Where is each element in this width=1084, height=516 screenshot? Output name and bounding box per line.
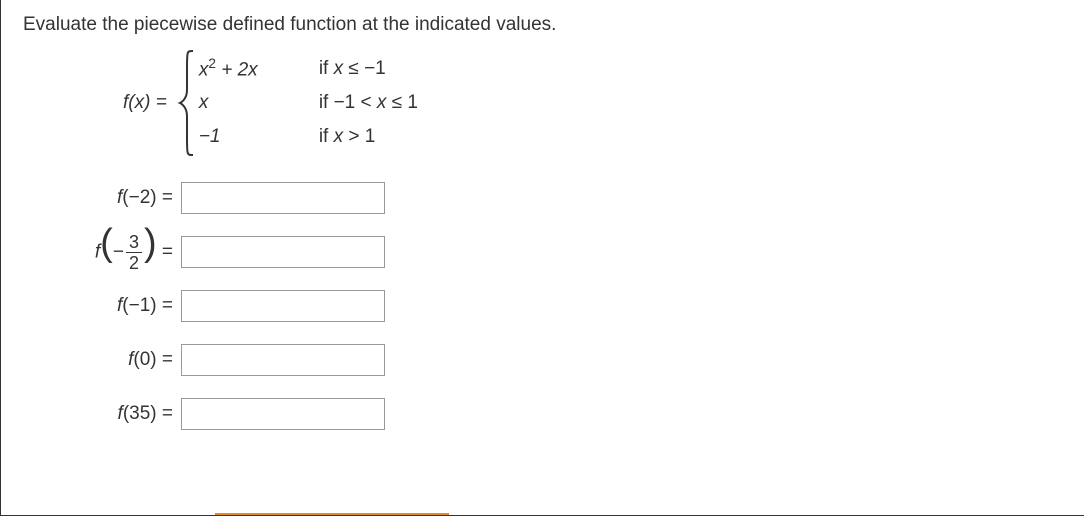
- piece-cond: if x ≤ −1: [319, 58, 386, 80]
- answer-label: f(−32) =: [43, 233, 181, 272]
- piece-row: x2 + 2x if x ≤ −1: [199, 52, 418, 86]
- piece-expr: −1: [199, 126, 319, 148]
- bottom-accent-bar: [215, 513, 449, 515]
- answer-label: f(35) =: [43, 403, 181, 425]
- piece-cond: if x > 1: [319, 126, 376, 148]
- answer-row: f(−32) =: [43, 230, 1062, 274]
- piece-row: x if −1 < x ≤ 1: [199, 86, 418, 120]
- piecewise-brace-group: x2 + 2x if x ≤ −1 x if −1 < x ≤ 1 −1 if …: [177, 48, 418, 158]
- answer-input-f-0[interactable]: [181, 344, 385, 376]
- answer-row: f(35) =: [43, 392, 1062, 436]
- pieces-list: x2 + 2x if x ≤ −1 x if −1 < x ≤ 1 −1 if …: [199, 48, 418, 158]
- answer-input-f-neg2[interactable]: [181, 182, 385, 214]
- left-brace-icon: [177, 48, 199, 158]
- answer-row: f(−1) =: [43, 284, 1062, 328]
- piece-row: −1 if x > 1: [199, 120, 418, 154]
- answer-label: f(−1) =: [43, 295, 181, 317]
- answer-inputs: f(−2) = f(−32) = f(−1) = f(0) = f(35) =: [43, 176, 1062, 436]
- function-lhs: f(x) =: [123, 92, 167, 114]
- piece-expr: x2 + 2x: [199, 56, 319, 81]
- piece-expr: x: [199, 92, 319, 114]
- answer-input-f-35[interactable]: [181, 398, 385, 430]
- answer-row: f(−2) =: [43, 176, 1062, 220]
- answer-label: f(−2) =: [43, 187, 181, 209]
- answer-input-f-neg1[interactable]: [181, 290, 385, 322]
- problem-container: Evaluate the piecewise defined function …: [0, 0, 1084, 516]
- answer-input-f-neg3over2[interactable]: [181, 236, 385, 268]
- answer-row: f(0) =: [43, 338, 1062, 382]
- answer-label: f(0) =: [43, 349, 181, 371]
- prompt-text: Evaluate the piecewise defined function …: [23, 14, 1062, 36]
- piece-cond: if −1 < x ≤ 1: [319, 92, 418, 114]
- function-definition: f(x) = x2 + 2x if x ≤ −1 x if −1 < x ≤ 1…: [123, 48, 1062, 158]
